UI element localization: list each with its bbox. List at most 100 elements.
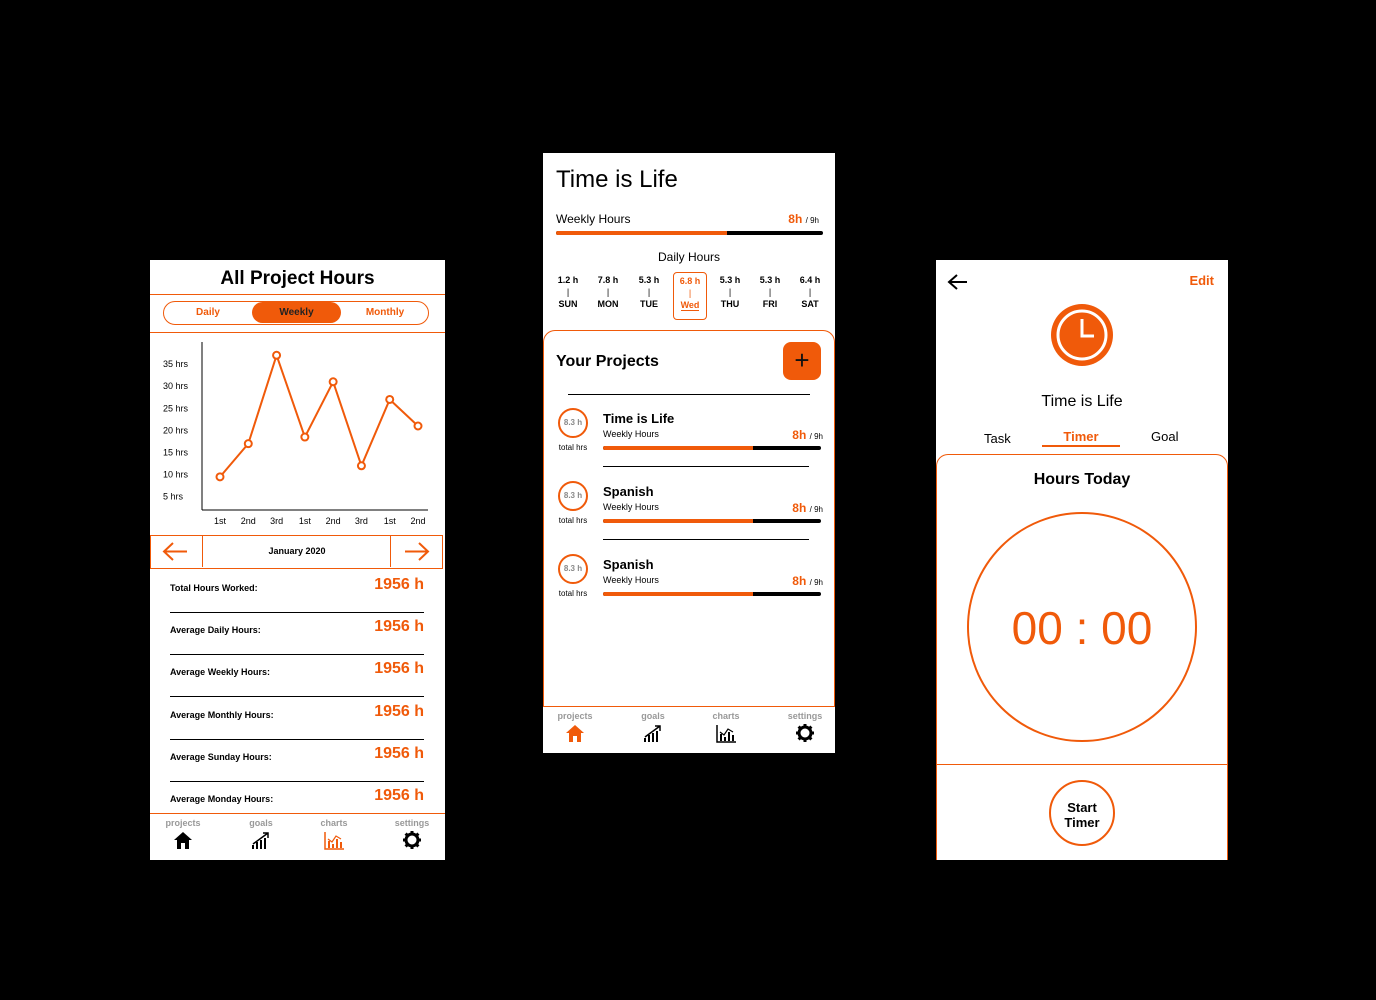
add-project-button[interactable]: + (783, 342, 821, 380)
data-point (356, 461, 366, 471)
tab-weekly[interactable]: Weekly (252, 302, 341, 323)
x-tick-label: 3rd (355, 516, 368, 526)
total-hours-label: total hrs (558, 516, 588, 525)
nav-settings[interactable]: settings (382, 814, 442, 850)
day-divider: | (688, 288, 692, 298)
period-label: January 2020 (268, 546, 326, 556)
day-divider: | (647, 287, 651, 297)
data-point (272, 350, 282, 360)
tab-task[interactable]: Task (984, 431, 1011, 446)
day-divider: | (566, 287, 570, 297)
daily-hours-label: Daily Hours (657, 250, 720, 264)
project-item[interactable]: 8.3 h total hrs Spanish Weekly Hours 8h / 9h (555, 479, 825, 543)
project-name: Time is Life (1041, 393, 1123, 410)
home-icon (174, 832, 192, 849)
project-name: Spanish (603, 557, 654, 572)
project-item[interactable]: 8.3 h total hrs Spanish Weekly Hours 8h / 9h (555, 552, 825, 616)
nav-projects[interactable]: projects (153, 814, 213, 850)
projects-heading: Your Projects (556, 353, 659, 370)
nav-charts[interactable]: charts (696, 707, 756, 743)
project-progress-bar (603, 519, 821, 523)
project-hours: 8h / 9h (792, 501, 823, 515)
day-label: SAT (801, 299, 819, 309)
tab-daily[interactable]: Daily (164, 302, 252, 323)
day-label: FRI (762, 299, 778, 309)
project-name: Spanish (603, 484, 654, 499)
project-item[interactable]: 8.3 h total hrs Time is Life Weekly Hours 8h… (555, 406, 825, 470)
x-tick-label: 1st (299, 516, 312, 526)
timer-screen: Edit Time is Life Task Timer Goal Hours … (936, 260, 1228, 860)
day-hours: 1.2 h (557, 275, 579, 285)
nav-goals[interactable]: goals (231, 814, 291, 850)
nav-charts[interactable]: charts (304, 814, 364, 850)
nav-goals[interactable]: goals (623, 707, 683, 743)
x-tick-label: 1st (384, 516, 397, 526)
day-sat[interactable]: 6.4 h | SAT (793, 275, 827, 309)
day-wed[interactable]: 6.8 h | Wed (673, 272, 707, 320)
page-title: All Project Hours (220, 268, 375, 289)
stat-label: Total Hours Worked: (170, 583, 258, 593)
y-tick-label: 15 hrs (163, 448, 189, 458)
start-timer-button[interactable]: Start Timer (1049, 780, 1115, 846)
tab-goal[interactable]: Goal (1151, 429, 1178, 444)
x-tick-label: 2nd (241, 516, 256, 526)
data-point (243, 439, 253, 449)
period-navigator: January 2020 (150, 535, 443, 569)
clock-icon (1051, 304, 1113, 366)
stat-value: 1956 h (374, 744, 424, 762)
home-icon (566, 725, 584, 742)
stat-label: Average Daily Hours: (170, 625, 261, 636)
arrow-left-icon (162, 542, 187, 561)
day-tue[interactable]: 5.3 h | TUE (632, 275, 666, 309)
project-sub: Weekly Hours (603, 502, 659, 512)
stat-row: Average Daily Hours: 1956 h (170, 612, 424, 656)
arrow-right-icon (405, 542, 430, 561)
data-line (219, 352, 419, 478)
day-sun[interactable]: 1.2 h | SUN (551, 275, 585, 309)
day-mon[interactable]: 7.8 h | MON (591, 275, 625, 309)
day-fri[interactable]: 5.3 h | FRI (753, 275, 787, 309)
data-point (215, 472, 225, 482)
edit-button[interactable]: Edit (1189, 273, 1214, 288)
day-divider: | (768, 287, 772, 297)
stat-row: Average Weekly Hours: 1956 h (170, 654, 424, 698)
nav-settings[interactable]: settings (775, 707, 835, 743)
total-hours-circle: 8.3 h (558, 554, 588, 584)
data-point (328, 377, 338, 387)
day-divider: | (808, 287, 812, 297)
y-tick-label: 35 hrs (163, 359, 189, 369)
stat-value: 1956 h (374, 787, 424, 804)
goals-icon (644, 725, 661, 742)
stat-row: Total Hours Worked: 1956 h (170, 570, 424, 613)
stat-label: Average Sunday Hours: (170, 751, 272, 762)
nav-projects[interactable]: projects (545, 707, 605, 743)
day-label: THU (720, 299, 740, 309)
gear-icon (796, 724, 814, 742)
y-tick-label: 25 hrs (163, 403, 189, 413)
project-progress-bar (603, 446, 821, 450)
total-hours-circle: 8.3 h (558, 481, 588, 511)
next-period-button[interactable] (390, 536, 442, 567)
gear-icon (403, 831, 421, 849)
day-label: MON (597, 299, 619, 309)
tab-timer[interactable]: Timer (1042, 429, 1120, 447)
weekly-progress-bar (556, 231, 823, 235)
x-tick-label: 3rd (270, 516, 283, 526)
project-hours: 8h / 9h (792, 574, 823, 588)
bottom-nav: projects goals charts settings (150, 813, 445, 860)
hours-line-chart: 5 hrs 10 hrs 15 hrs 20 hrs 25 hrs 30 hrs 35 hr… (163, 342, 428, 526)
stat-value: 1956 h (374, 576, 424, 593)
stat-label: Average Monthly Hours: (170, 709, 274, 720)
tab-monthly[interactable]: Monthly (341, 302, 429, 323)
stat-row: Average Monthly Hours: 1956 h (170, 697, 424, 740)
day-label: Wed (680, 300, 700, 311)
prev-period-button[interactable] (151, 536, 203, 567)
day-thu[interactable]: 5.3 h | THU (713, 275, 747, 309)
x-tick-label: 2nd (326, 516, 341, 526)
app-title: Time is Life (556, 166, 678, 193)
back-arrow-icon[interactable] (946, 272, 970, 292)
day-hours: 6.4 h (799, 275, 821, 285)
day-hours: 5.3 h (759, 275, 781, 285)
charts-screen: All Project Hours Daily Weekly Monthly 5… (150, 260, 445, 860)
project-hours: 8h / 9h (792, 428, 823, 442)
